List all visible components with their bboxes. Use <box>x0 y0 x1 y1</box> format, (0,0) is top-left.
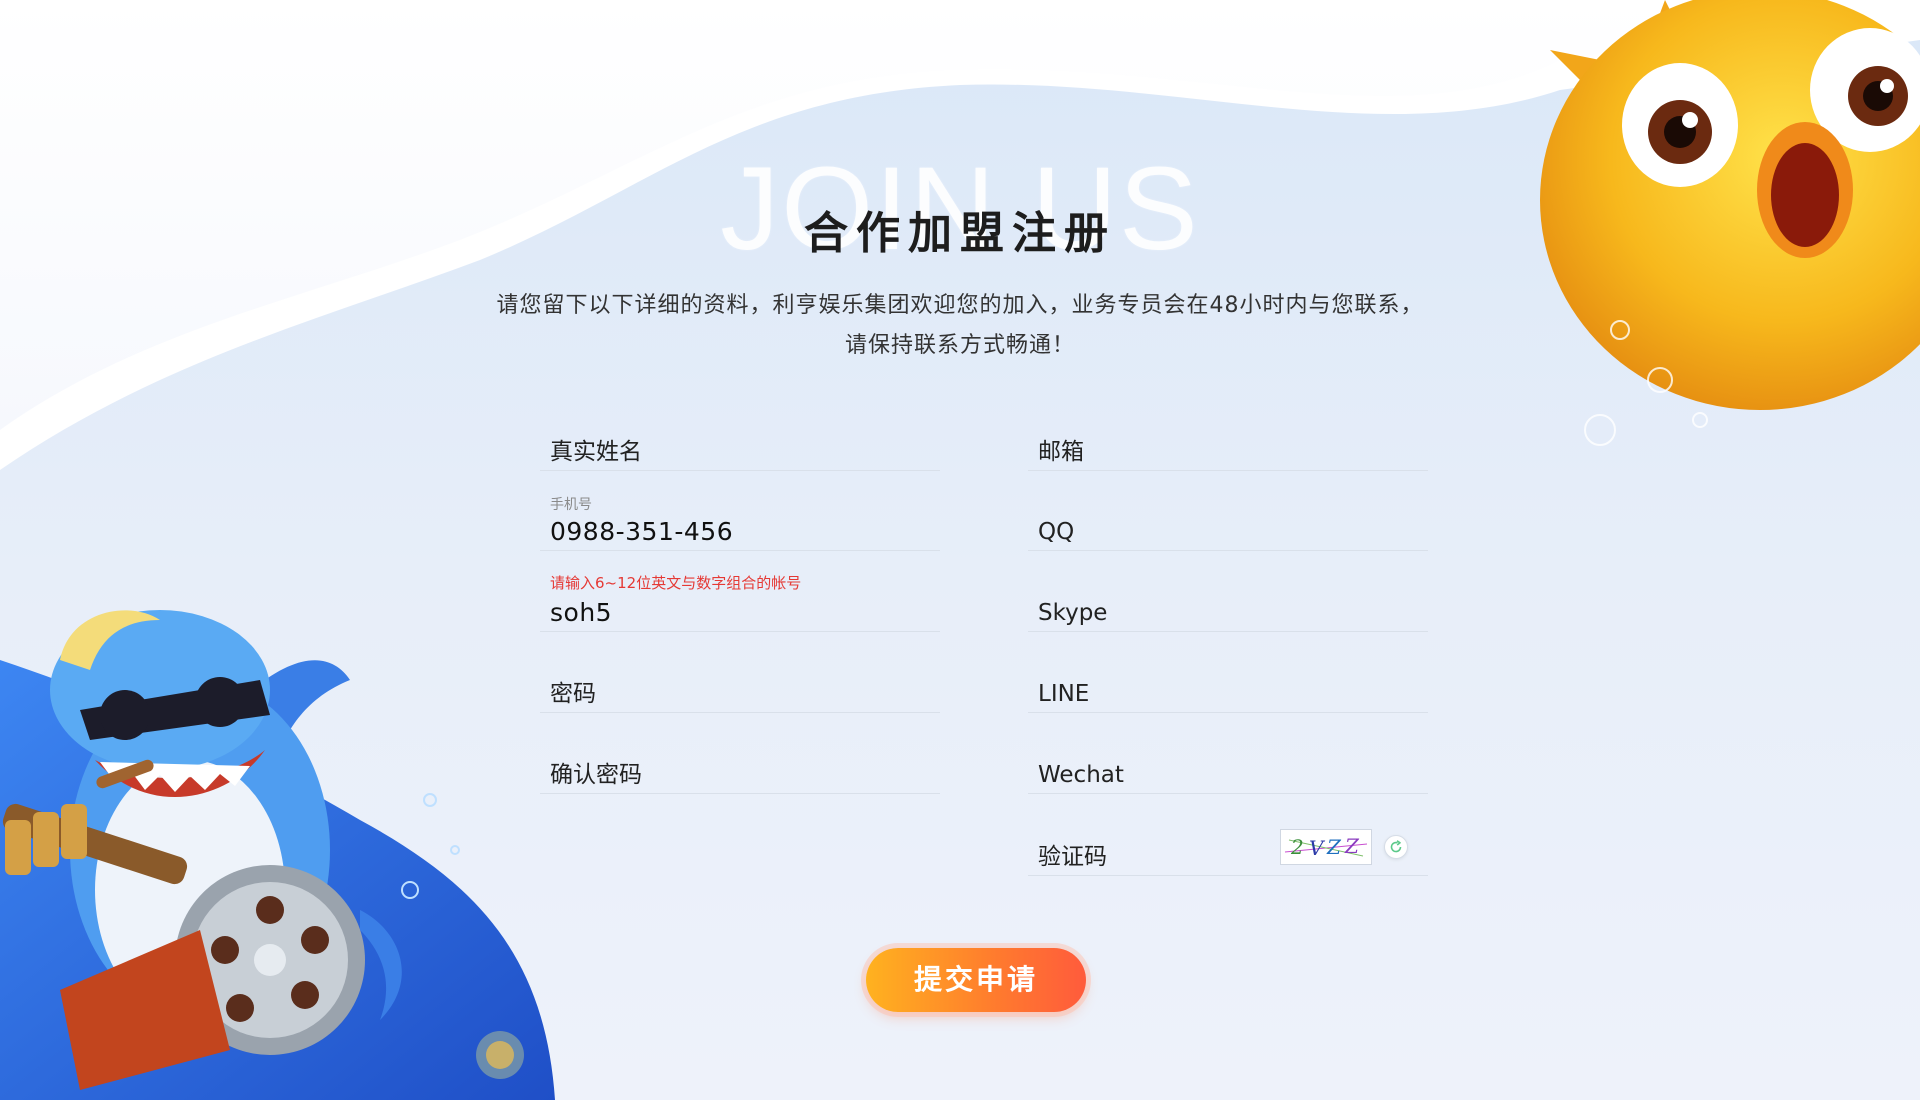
qq-field[interactable]: QQ <box>1028 490 1428 551</box>
phone-field[interactable]: 手机号 0988-351-456 <box>540 490 940 551</box>
captcha-image[interactable]: 2 V Z Z <box>1280 829 1372 865</box>
confirm-password-field[interactable]: 确认密码 <box>540 733 940 794</box>
wechat-placeholder: Wechat <box>1038 762 1124 788</box>
account-error-message: 请输入6~12位英文与数字组合的帐号 <box>550 574 802 592</box>
line-field[interactable]: LINE <box>1028 652 1428 713</box>
submit-button[interactable]: 提交申请 <box>866 948 1086 1012</box>
skype-placeholder: Skype <box>1038 600 1108 626</box>
captcha-char-4: Z <box>1344 834 1360 858</box>
account-value: soh5 <box>550 598 613 627</box>
pufferfish-mascot <box>1540 0 1920 446</box>
captcha-field[interactable]: 验证码 2 V Z Z <box>1028 815 1428 876</box>
real-name-field[interactable]: 真实姓名 <box>540 410 940 471</box>
password-field[interactable]: 密码 <box>540 652 940 713</box>
phone-value: 0988-351-456 <box>550 517 734 546</box>
captcha-char-1: 2 <box>1290 835 1304 859</box>
real-name-placeholder: 真实姓名 <box>550 439 642 465</box>
captcha-char-3: Z <box>1326 835 1342 859</box>
captcha-char-2: V <box>1309 836 1326 860</box>
email-placeholder: 邮箱 <box>1038 439 1084 465</box>
shark-mascot <box>2 610 524 1090</box>
intro-text: 请您留下以下详细的资料，利亨娱乐集团欢迎您的加入，业务专员会在48小时内与您联系… <box>460 286 1460 366</box>
registration-page: JOIN US 合作加盟注册 请您留下以下详细的资料，利亨娱乐集团欢迎您的加入，… <box>0 0 1920 1100</box>
skype-field[interactable]: Skype <box>1028 571 1428 632</box>
password-placeholder: 密码 <box>550 681 596 707</box>
line-placeholder: LINE <box>1038 681 1090 707</box>
account-field[interactable]: 请输入6~12位英文与数字组合的帐号 soh5 <box>540 571 940 632</box>
captcha-refresh-button[interactable] <box>1384 835 1408 859</box>
wechat-field[interactable]: Wechat <box>1028 733 1428 794</box>
confirm-password-placeholder: 确认密码 <box>550 762 642 788</box>
captcha-placeholder: 验证码 <box>1038 844 1107 870</box>
email-field[interactable]: 邮箱 <box>1028 410 1428 471</box>
phone-label: 手机号 <box>550 497 592 513</box>
intro-line-2: 请保持联系方式畅通！ <box>844 333 1075 358</box>
refresh-icon <box>1390 840 1402 853</box>
qq-placeholder: QQ <box>1038 519 1075 545</box>
intro-line-1: 请您留下以下详细的资料，利亨娱乐集团欢迎您的加入，业务专员会在48小时内与您联系… <box>496 293 1424 318</box>
